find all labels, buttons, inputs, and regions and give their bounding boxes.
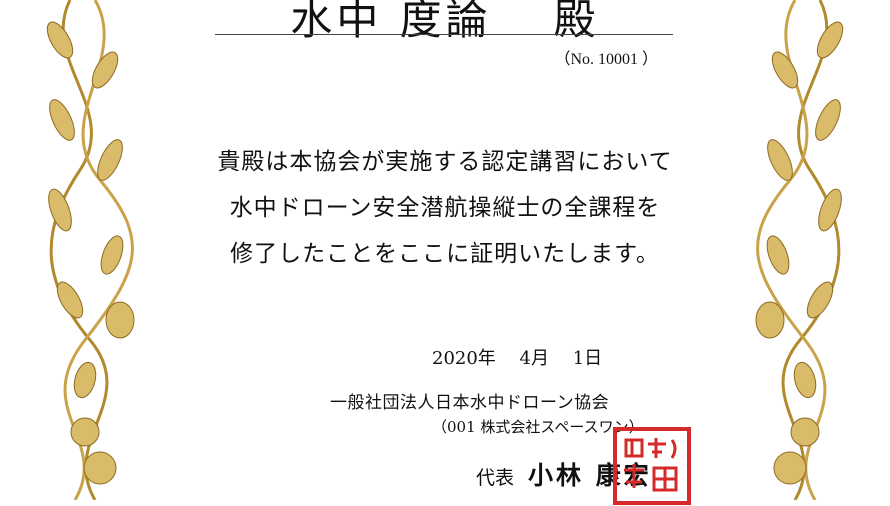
body-line-1: 貴殿は本協会が実施する認定講習において (217, 149, 673, 175)
seal-stamp-icon (613, 427, 691, 505)
left-ornamental-border (46, 0, 135, 500)
honorific: 殿 (553, 0, 600, 44)
right-ornamental-border (755, 0, 844, 500)
title-underline (215, 34, 673, 35)
certificate-number: （No. 10001 ） (554, 51, 658, 68)
recipient-title: 水中 度論 殿 (215, 0, 675, 47)
issue-date: 2020年 4月 1日 (432, 348, 603, 369)
organization-name: 一般社団法人日本水中ドローン協会 (330, 393, 610, 413)
body-line-2: 水中ドローン安全潜航操縦士の全課程を (229, 195, 661, 221)
certificate-body: 貴殿は本協会が実施する認定講習において 水中ドローン安全潜航操縦士の全課程を 修… (185, 139, 705, 277)
recipient-name: 水中 度論 (290, 0, 492, 44)
body-line-3: 修了したことをここに証明いたします。 (230, 241, 660, 267)
representative-title: 代表 (476, 467, 515, 489)
